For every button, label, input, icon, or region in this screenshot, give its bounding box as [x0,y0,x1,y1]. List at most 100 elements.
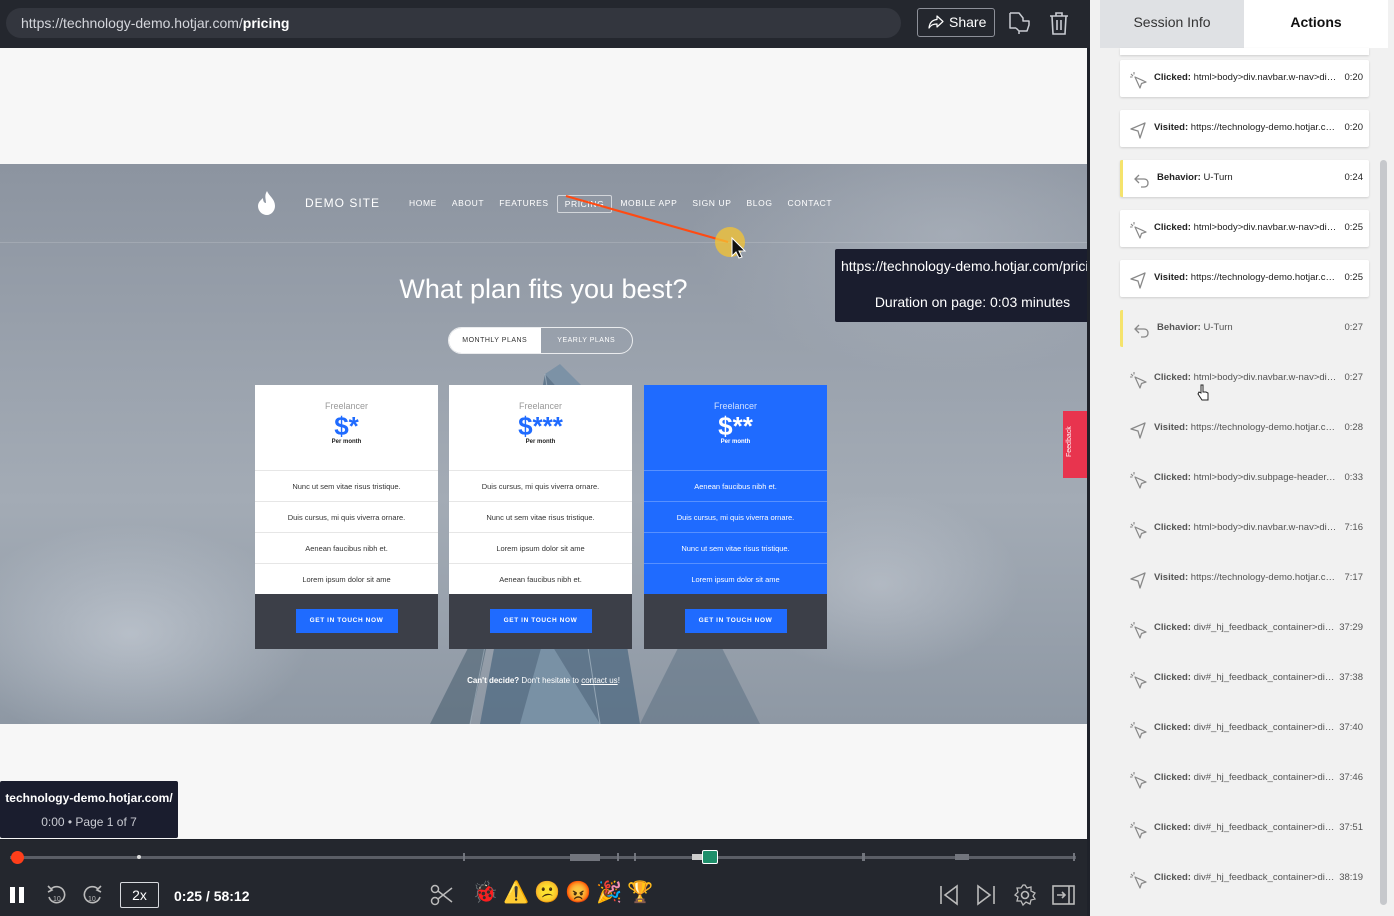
pause-icon[interactable] [8,886,26,904]
warning-icon[interactable]: ⚠️ [503,881,529,905]
plan-tier: Freelancer [713,401,758,411]
action-item[interactable]: Clicked: html>body>div.navbar.w-nav>div.… [1120,360,1369,397]
previous-page-icon[interactable] [937,883,961,907]
nav-link-sign-up[interactable]: SIGN UP [685,195,738,213]
playhead-handle[interactable] [11,851,25,864]
action-target: html>body>div.navbar.w-nav>div.container… [1193,72,1338,83]
feedback-marker-icon[interactable] [702,850,718,864]
action-item[interactable]: Clicked: html>body>div.navbar.w-nav>div.… [1120,60,1369,97]
exit-fullscreen-icon[interactable] [1051,883,1077,907]
action-target: https://technology-demo.hotjar.com/prici… [1190,122,1338,133]
confused-face-icon[interactable]: 😕 [534,881,560,905]
monthly-plans-toggle[interactable]: MONTHLY PLANS [449,328,541,353]
yearly-plans-toggle[interactable]: YEARLY PLANS [541,328,633,353]
action-time: 38:19 [1339,872,1363,883]
playback-speed-button[interactable]: 2x [120,882,159,908]
action-description: Clicked: div#_hj_feedback_container>div.… [1154,622,1338,633]
nav-link-home[interactable]: HOME [402,195,444,213]
action-item[interactable]: Behavior: U-Turn 0:27 [1120,310,1369,347]
rewind-10-icon[interactable]: 10 [45,883,67,907]
action-target: div#_hj_feedback_container>div._hj-feedb… [1193,822,1338,833]
pricing-card: Freelancer $*** Per month Duis cursus, mi q… [449,385,632,649]
tooltip-duration: Duration on page: 0:03 minutes [874,294,1071,310]
player-toolbar: https://technology-demo.hotjar.com/prici… [0,0,1090,48]
action-item[interactable]: Clicked: div#_hj_feedback_container>div.… [1120,710,1369,747]
bug-icon[interactable]: 🐞 [472,881,498,905]
angry-face-icon[interactable]: 😡 [565,881,591,905]
action-item[interactable]: Clicked: div#_hj_feedback_container>div.… [1120,760,1369,797]
action-item[interactable]: Behavior: U-Turn 0:24 [1120,160,1369,197]
timeline-segment[interactable] [570,854,600,861]
action-item[interactable]: Clicked: html>body>div.subpage-header.se… [1120,460,1369,497]
party-popper-icon[interactable]: 🎉 [596,881,622,905]
cursor-click-icon [1130,872,1147,889]
plan-feature: Aenean faucibus nibh et. [644,470,827,501]
plan-feature: Nunc ut sem vitae risus tristique. [255,470,438,501]
nav-link-pricing[interactable]: PRICING [556,195,613,213]
share-label: Share [949,14,987,30]
action-item[interactable]: Clicked: div#_hj_feedback_container>div.… [1120,610,1369,647]
scissors-icon[interactable] [430,883,454,907]
share-button[interactable]: Share [917,8,995,37]
action-item[interactable]: Clicked: div#_hj_feedback_container>div.… [1120,810,1369,847]
action-time: 0:33 [1344,472,1364,483]
action-description: Visited: https://technology-demo.hotjar.… [1154,122,1338,133]
action-description: Clicked: html>body>div.navbar.w-nav>div.… [1154,522,1338,533]
action-item[interactable]: Visited: https://technology-demo.hotjar.… [1120,560,1369,597]
action-item[interactable]: Clicked: html>body>div.navbar.w-nav>div.… [1120,510,1369,547]
action-description: Clicked: html>body>div.subpage-header.se… [1154,472,1338,483]
action-kind: Clicked: [1154,772,1191,783]
action-time: 0:27 [1344,372,1364,383]
get-in-touch-button[interactable]: GET IN TOUCH NOW [295,609,398,633]
action-kind: Clicked: [1154,872,1191,883]
plan-feature: Duis cursus, mi quis viverra ornare. [449,470,632,501]
cursor-click-icon [1130,522,1147,539]
timeline-track[interactable] [10,856,1076,859]
settings-icon[interactable] [1013,883,1037,907]
plan-feature: Duis cursus, mi quis viverra ornare. [255,501,438,532]
tab-session-info[interactable]: Session Info [1100,0,1244,48]
cant-decide-text: Can't decide? Don't hesitate to contact … [0,676,1087,685]
action-kind: Clicked: [1154,722,1191,733]
nav-link-blog[interactable]: BLOG [740,195,780,213]
action-time: 7:16 [1344,522,1364,533]
site-brand: DEMO SITE [305,196,381,210]
nav-divider [0,242,1087,243]
thumbs-icon[interactable] [1006,9,1032,37]
timeline-marker[interactable] [634,853,636,861]
action-item[interactable]: Clicked: div#_hj_feedback_container>div.… [1120,660,1369,697]
timeline-marker[interactable] [463,853,465,861]
timeline-segment[interactable] [955,854,969,860]
timeline-marker[interactable] [137,855,141,859]
nav-link-about[interactable]: ABOUT [445,195,491,213]
actions-scrollbar[interactable] [1380,160,1387,905]
action-item[interactable]: Clicked: div#_hj_feedback_container>div.… [1120,860,1369,897]
action-item[interactable]: Visited: https://technology-demo.hotjar.… [1120,410,1369,447]
recording-viewport: DEMO SITE HOME ABOUT FEATURES PRICING MOBILE… [0,48,1087,839]
action-item[interactable]: Visited: https://technology-demo.hotjar.… [1120,110,1369,147]
timeline-marker[interactable] [862,853,865,861]
page-tip-info: 0:00 • Page 1 of 7 [41,815,137,829]
trophy-icon[interactable]: 🏆 [627,881,653,905]
url-bar: https://technology-demo.hotjar.com/prici… [6,8,901,38]
nav-link-features[interactable]: FEATURES [492,195,556,213]
get-in-touch-button[interactable]: GET IN TOUCH NOW [489,609,592,633]
navigation-arrow-icon [1130,422,1146,439]
contact-us-link[interactable]: contact us [581,676,617,685]
nav-link-mobile-app[interactable]: MOBILE APP [613,195,684,213]
u-turn-icon [1134,324,1149,338]
action-item[interactable]: Visited: https://technology-demo.hotjar.… [1120,260,1369,297]
tab-actions[interactable]: Actions [1244,0,1388,48]
action-item[interactable]: Clicked: html>body>div.navbar.w-nav>div.… [1120,210,1369,247]
forward-10-icon[interactable]: 10 [82,883,104,907]
feedback-tab[interactable]: Feedback [1063,411,1087,478]
action-description: Visited: https://technology-demo.hotjar.… [1154,422,1338,433]
plan-features: Aenean faucibus nibh et. Duis cursus, mi … [644,470,827,594]
next-page-icon[interactable] [974,883,998,907]
nav-link-contact[interactable]: CONTACT [781,195,840,213]
get-in-touch-button[interactable]: GET IN TOUCH NOW [684,609,787,633]
page-marker-tooltip: technology-demo.hotjar.com/ 0:00 • Page … [0,781,178,838]
timeline-marker[interactable] [617,853,619,861]
trash-icon[interactable] [1046,9,1072,37]
action-time: 7:17 [1344,572,1364,583]
